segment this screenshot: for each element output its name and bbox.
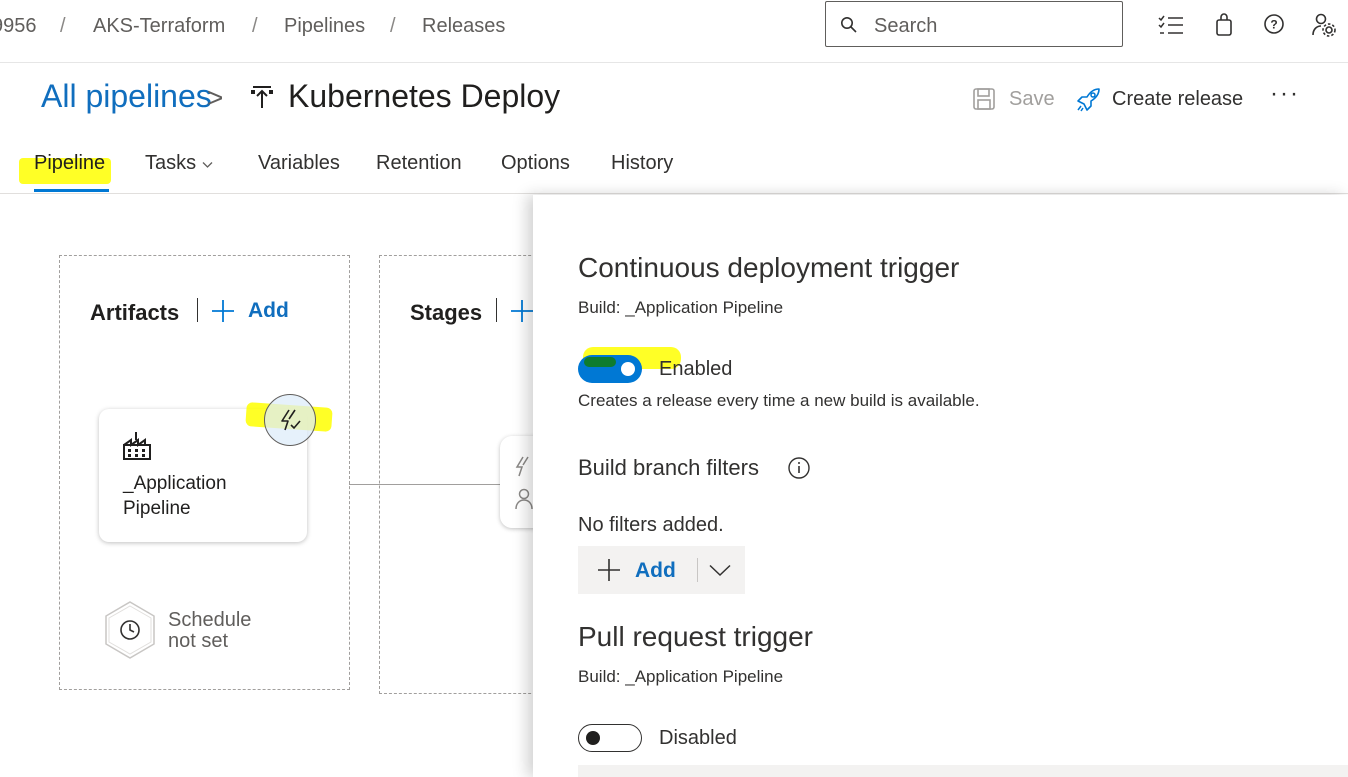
save-icon xyxy=(973,88,995,110)
schedule-trigger-button[interactable]: Schedule not set xyxy=(102,600,262,662)
pre-deployment-trigger-icon xyxy=(515,456,529,477)
divider xyxy=(197,298,198,322)
search-icon xyxy=(841,17,857,33)
lightning-icon xyxy=(281,409,301,431)
artifacts-title: Artifacts xyxy=(90,300,180,325)
breadcrumb-chevron: > xyxy=(207,82,224,113)
divider xyxy=(496,298,497,322)
breadcrumb-separator: / xyxy=(252,15,258,37)
cd-trigger-description: Creates a release every time a new build… xyxy=(578,391,980,410)
stages-title: Stages xyxy=(410,300,483,325)
toggle-knob xyxy=(621,362,635,376)
cd-trigger-build: Build: _Application Pipeline xyxy=(578,298,784,317)
top-bar: 9956 / AKS-Terraform / Pipelines / Relea… xyxy=(0,0,1348,63)
shopping-bag-icon[interactable] xyxy=(1214,13,1234,37)
tab-history[interactable]: History xyxy=(611,152,673,175)
pipeline-title: Kubernetes Deploy xyxy=(288,78,561,114)
tab-tasks[interactable]: Tasks xyxy=(145,152,196,175)
plus-icon xyxy=(212,300,234,322)
save-button[interactable]: Save xyxy=(973,86,1055,116)
cd-trigger-toggle[interactable] xyxy=(578,355,642,383)
branch-filters-title: Build branch filters xyxy=(578,455,759,480)
breadcrumb-releases[interactable]: Releases xyxy=(422,15,505,38)
info-icon[interactable] xyxy=(787,456,811,480)
cd-trigger-button[interactable] xyxy=(264,394,316,446)
add-artifact-label: Add xyxy=(248,299,289,322)
breadcrumb-project[interactable]: 9956 xyxy=(0,15,37,38)
breadcrumb-separator: / xyxy=(390,15,396,37)
pr-trigger-build: Build: _Application Pipeline xyxy=(578,667,784,686)
tab-variables[interactable]: Variables xyxy=(258,152,340,175)
breadcrumb-pipelines[interactable]: Pipelines xyxy=(284,15,365,38)
tab-pipeline[interactable]: Pipeline xyxy=(34,152,105,175)
toggle-knob xyxy=(586,731,600,745)
next-section-edge xyxy=(578,765,1348,777)
create-release-label: Create release xyxy=(1112,88,1244,110)
pr-trigger-toggle-label: Disabled xyxy=(659,727,737,749)
schedule-clock-icon xyxy=(105,601,155,659)
all-pipelines-link[interactable]: All pipelines xyxy=(41,78,212,115)
schedule-label: Schedule not set xyxy=(168,609,252,652)
chevron-down-icon[interactable] xyxy=(709,564,731,577)
active-tab-indicator xyxy=(34,189,109,192)
release-pipeline-icon xyxy=(251,86,273,108)
search-input[interactable]: Search xyxy=(825,1,1123,47)
chevron-down-icon xyxy=(202,162,213,168)
tabs-divider xyxy=(0,193,1348,194)
tab-retention[interactable]: Retention xyxy=(376,152,462,175)
more-actions-button[interactable]: ··· xyxy=(1270,80,1300,108)
cd-trigger-toggle-label: Enabled xyxy=(659,358,733,380)
add-artifact-button[interactable]: Add xyxy=(211,297,291,325)
rocket-icon xyxy=(1077,88,1100,112)
plus-icon xyxy=(598,559,620,581)
help-icon[interactable]: ? xyxy=(1263,13,1285,35)
breadcrumb-separator: / xyxy=(60,15,66,37)
add-filter-button[interactable]: Add xyxy=(578,546,696,594)
no-filters-text: No filters added. xyxy=(578,514,724,536)
checklist-icon[interactable] xyxy=(1158,13,1184,37)
breadcrumb-repo[interactable]: AKS-Terraform xyxy=(93,15,225,38)
save-label: Save xyxy=(1009,88,1055,110)
cd-trigger-title: Continuous deployment trigger xyxy=(578,252,960,283)
approver-user-icon xyxy=(515,488,533,510)
plus-icon[interactable] xyxy=(510,299,534,323)
add-filter-label: Add xyxy=(635,559,676,582)
artifact-card-label: _Application Pipeline xyxy=(123,473,227,519)
build-factory-icon xyxy=(123,432,151,460)
tab-options[interactable]: Options xyxy=(501,152,570,175)
create-release-button[interactable]: Create release xyxy=(1075,86,1250,116)
pr-trigger-title: Pull request trigger xyxy=(578,621,814,652)
search-placeholder: Search xyxy=(874,15,938,37)
user-settings-icon[interactable] xyxy=(1312,13,1338,37)
split-divider xyxy=(697,558,698,582)
pr-trigger-toggle[interactable] xyxy=(578,724,642,752)
svg-text:?: ? xyxy=(1270,18,1277,32)
add-filter-split-button: Add xyxy=(578,546,745,594)
toggle-marker xyxy=(584,357,616,367)
